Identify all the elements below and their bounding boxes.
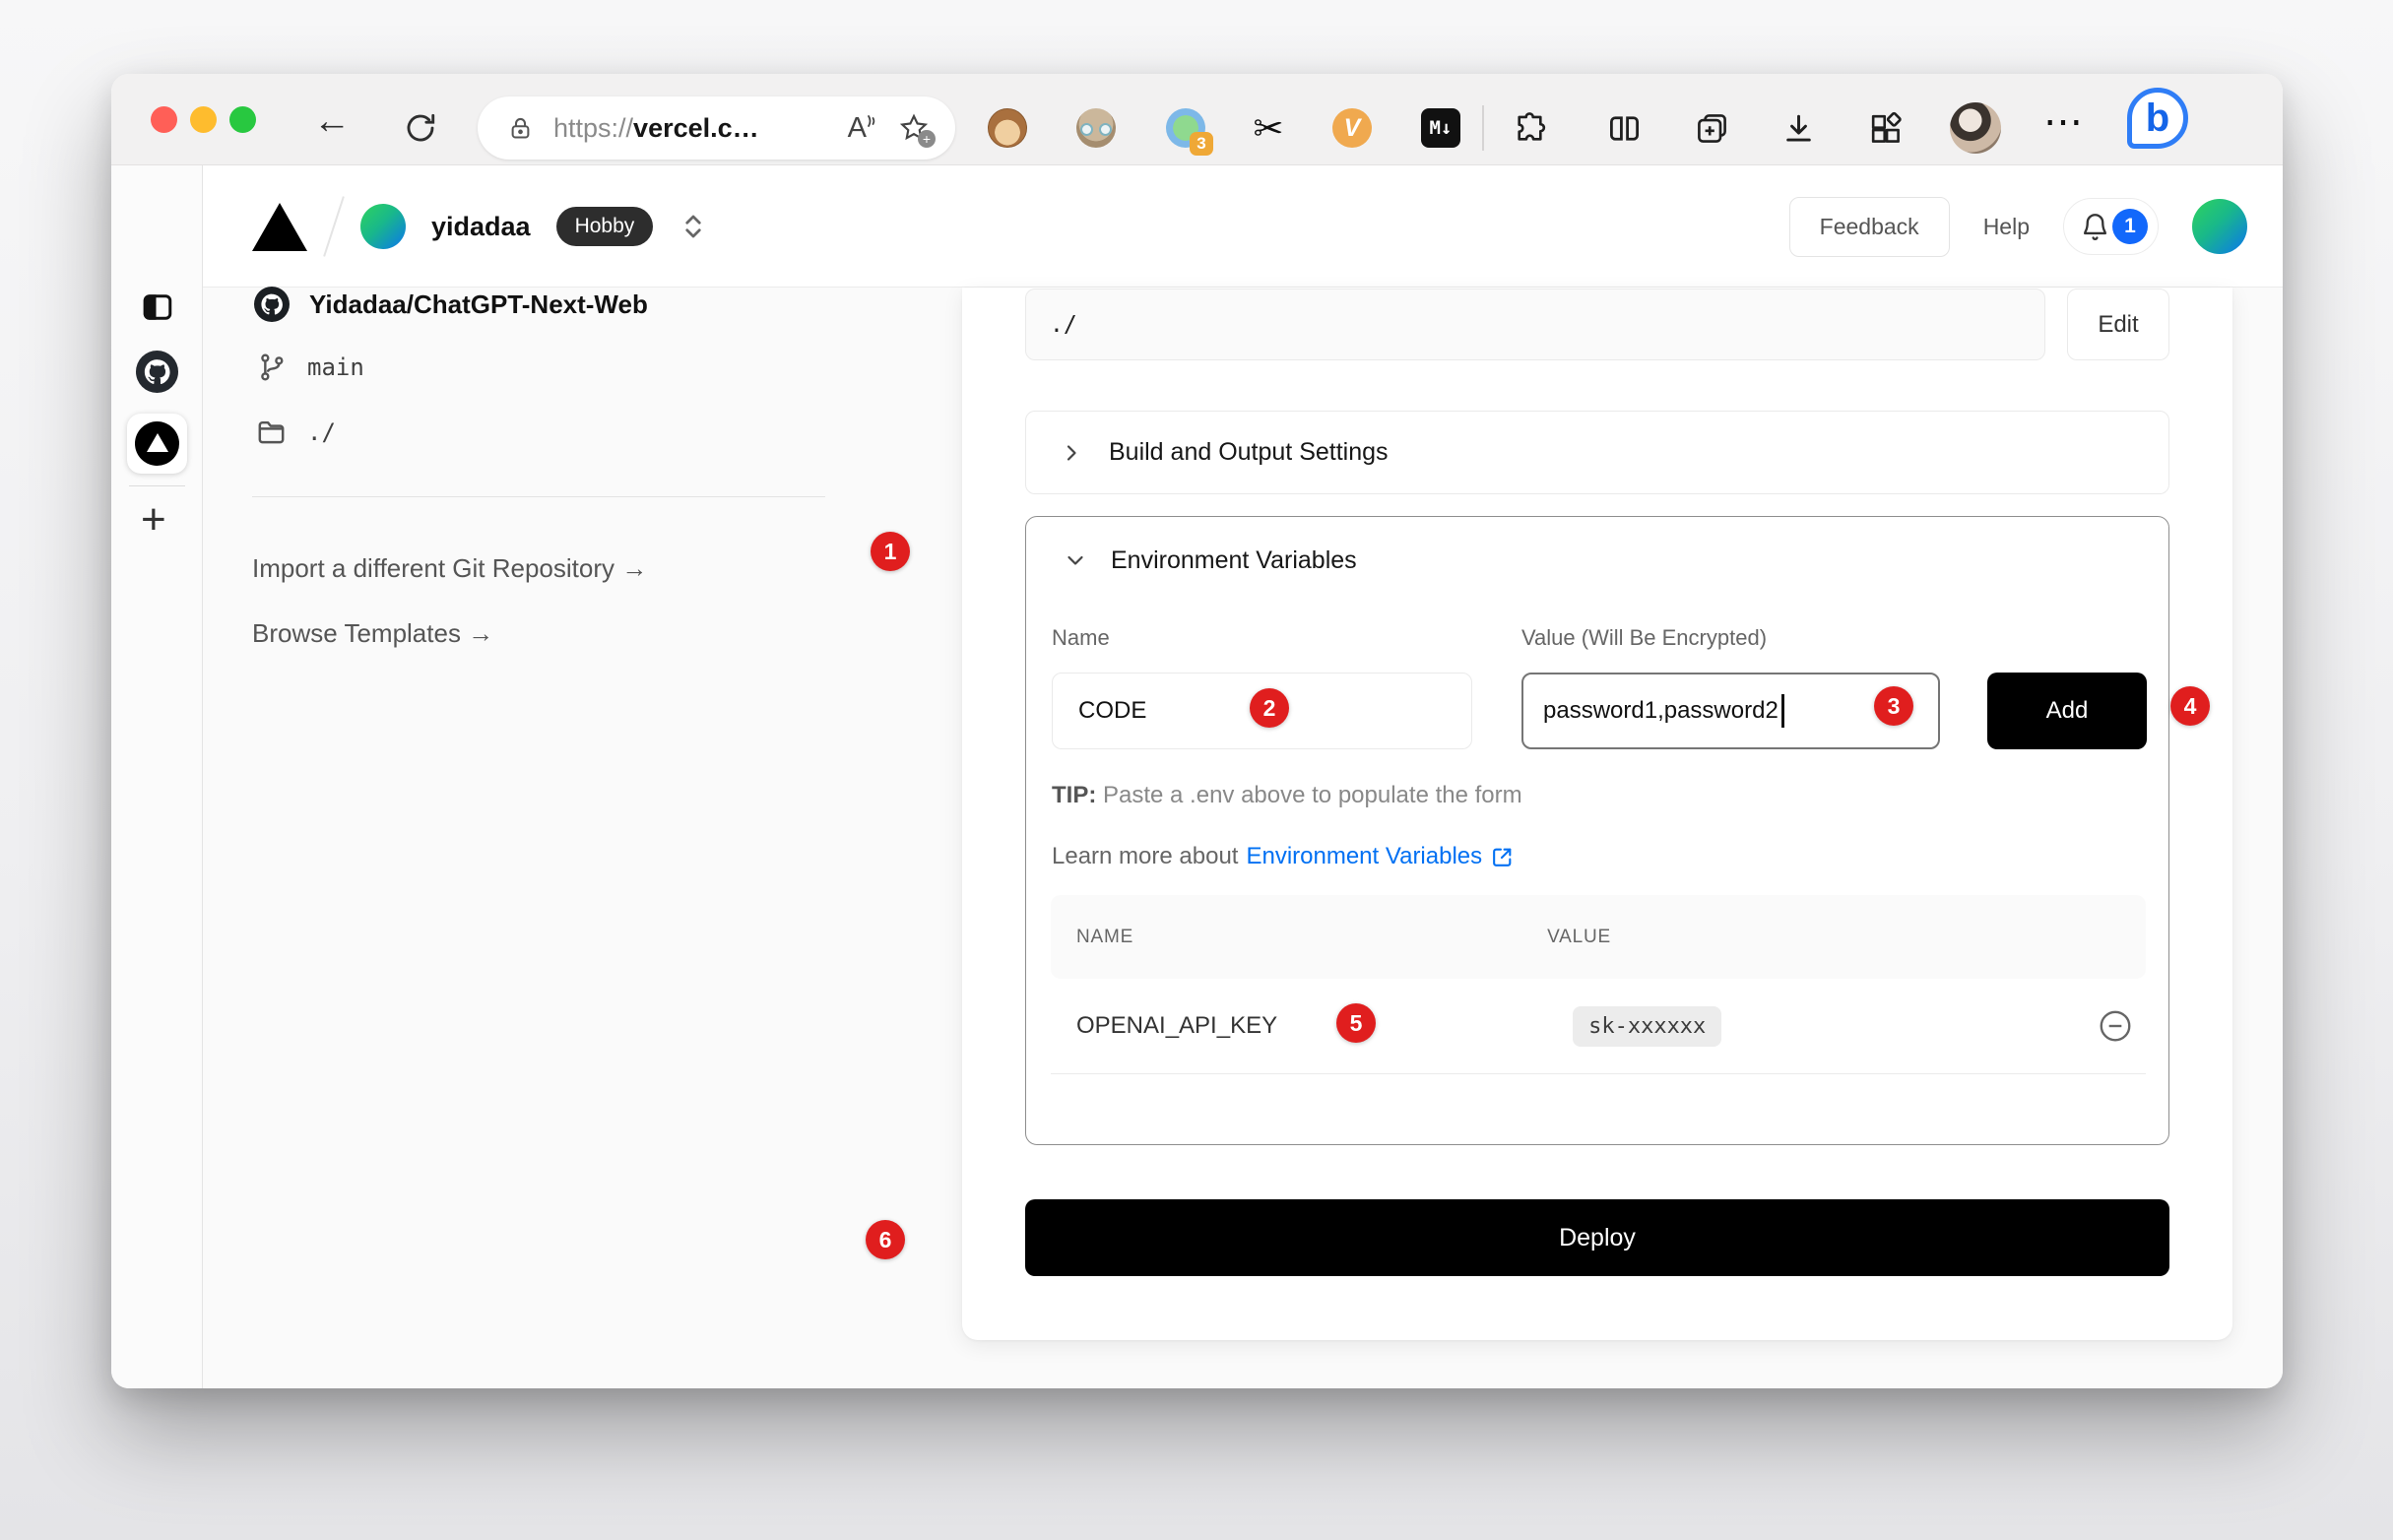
environment-variables-title: Environment Variables (1111, 546, 1357, 575)
sidebar-divider (129, 485, 185, 486)
environment-variables-card: Environment Variables Name Value (Will B… (1025, 516, 2169, 1145)
close-window-button[interactable] (151, 106, 177, 133)
env-value-text: password1,password2 (1543, 697, 1779, 725)
breadcrumb-slash (323, 196, 345, 256)
add-favorite-icon[interactable]: + (898, 112, 930, 144)
refresh-button[interactable] (399, 106, 442, 150)
monkey-extension-icon[interactable] (986, 106, 1029, 150)
downloads-icon[interactable] (1777, 106, 1820, 150)
markdown-extension-icon[interactable]: M↓ (1419, 106, 1462, 150)
vercel-logo-icon[interactable] (252, 203, 307, 251)
name-label: Name (1052, 625, 1110, 651)
value-label: Value (Will Be Encrypted) (1521, 625, 1767, 651)
team-name[interactable]: yidadaa (431, 212, 531, 242)
header-actions: Feedback Help 1 (1789, 165, 2247, 288)
edit-button[interactable]: Edit (2067, 289, 2169, 360)
screenshot-stage: ← https://vercel.c… A (0, 0, 2393, 1540)
bing-chat-icon[interactable]: b (2127, 88, 2188, 149)
v-extension-icon[interactable]: V (1330, 106, 1374, 150)
root-path-input[interactable]: ./ (1025, 289, 2045, 360)
maximize-window-button[interactable] (229, 106, 256, 133)
bell-icon (2080, 212, 2110, 242)
browser-toolbar: ← https://vercel.c… A (111, 74, 2283, 165)
vercel-tab-icon (135, 421, 179, 466)
env-row-value: sk-xxxxxx (1573, 1006, 1721, 1047)
lock-icon (507, 115, 534, 142)
back-button[interactable]: ← (313, 102, 351, 140)
header-scope-group: yidadaa Hobby (252, 165, 708, 288)
split-screen-icon[interactable] (1602, 106, 1646, 150)
browser-window: ← https://vercel.c… A (111, 74, 2283, 1388)
learn-more-line: Learn more about Environment Variables (1052, 843, 1515, 870)
annotation-marker-1: 1 (871, 532, 910, 571)
help-link[interactable]: Help (1983, 214, 2030, 240)
feedback-button[interactable]: Feedback (1789, 197, 1950, 257)
address-bar[interactable]: https://vercel.c… A + (478, 96, 955, 160)
read-aloud-icon[interactable]: A (848, 112, 878, 145)
tip-text: TIP: Paste a .env above to populate the … (1052, 782, 1522, 809)
chevron-right-icon (1060, 441, 1083, 465)
build-output-settings-label: Build and Output Settings (1109, 438, 1389, 467)
team-avatar[interactable] (360, 204, 406, 249)
branch-row: main (256, 346, 364, 389)
url-text: https://vercel.c… (553, 113, 759, 144)
learn-more-prefix: Learn more about (1052, 843, 1238, 870)
remove-variable-icon[interactable] (2097, 1007, 2134, 1045)
external-link-icon[interactable] (1490, 845, 1515, 869)
extension-badge: 3 (1190, 132, 1213, 156)
root-directory: ./ (307, 418, 336, 446)
tab-vercel-active[interactable] (127, 414, 187, 474)
more-menu-icon[interactable]: ⋯ (2043, 99, 2083, 145)
plan-badge: Hobby (556, 207, 654, 246)
extensions-puzzle-icon[interactable] (1508, 106, 1551, 150)
column-header-value: VALUE (1547, 927, 1611, 948)
annotation-marker-4: 4 (2170, 686, 2210, 726)
row-divider (1051, 1073, 2146, 1074)
github-icon (254, 287, 290, 322)
circle-extension-icon[interactable]: 3 (1164, 106, 1207, 150)
chevron-down-icon (1064, 548, 1087, 572)
annotation-marker-3: 3 (1874, 686, 1913, 726)
workspaces-grid-icon[interactable] (1863, 106, 1907, 150)
face-extension-icon[interactable] (1074, 106, 1118, 150)
minimize-window-button[interactable] (190, 106, 217, 133)
configure-project-card: ./ Edit Build and Output Settings Enviro… (962, 288, 2232, 1340)
team-switcher-icon[interactable] (679, 210, 708, 243)
git-branch-icon (256, 352, 288, 383)
notifications-button[interactable]: 1 (2063, 198, 2159, 255)
deploy-button[interactable]: Deploy (1025, 1199, 2169, 1276)
annotation-marker-2: 2 (1250, 688, 1289, 728)
import-git-repo-link[interactable]: Import a different Git Repository → (252, 546, 647, 590)
env-table-header: NAME VALUE (1051, 895, 2146, 979)
collections-icon[interactable] (1690, 106, 1733, 150)
branch-name: main (307, 353, 364, 381)
vercel-header: yidadaa Hobby Feedback Help (203, 165, 2283, 288)
user-avatar[interactable] (2192, 199, 2247, 254)
tab-panel-icon[interactable] (140, 289, 175, 325)
env-table-row: OPENAI_API_KEY sk-xxxxxx (1051, 979, 2146, 1073)
scissors-extension-icon[interactable]: ✂ (1247, 106, 1290, 150)
new-tab-button[interactable]: + (141, 495, 166, 545)
browser-profile-avatar[interactable] (1950, 102, 2001, 154)
text-cursor (1781, 694, 1784, 728)
column-header-name: NAME (1076, 927, 1133, 948)
notification-badge: 1 (2112, 209, 2148, 244)
environment-variables-link[interactable]: Environment Variables (1246, 843, 1482, 870)
add-button[interactable]: Add (1987, 673, 2147, 749)
build-output-settings-accordion[interactable]: Build and Output Settings (1025, 411, 2169, 494)
browse-templates-link[interactable]: Browse Templates → (252, 611, 493, 655)
vertical-tabs-sidebar: + (111, 165, 203, 1388)
repo-name: Yidadaa/ChatGPT-Next-Web (309, 289, 648, 320)
toolbar-divider (1482, 105, 1484, 151)
root-dir-row: ./ (255, 411, 336, 454)
tab-github[interactable] (136, 351, 178, 393)
repo-row: Yidadaa/ChatGPT-Next-Web (254, 283, 648, 326)
annotation-marker-6: 6 (866, 1220, 905, 1259)
annotation-marker-5: 5 (1336, 1003, 1376, 1043)
panel-divider (252, 496, 825, 497)
folder-icon (255, 417, 288, 449)
environment-variables-accordion[interactable]: Environment Variables (1064, 539, 1357, 582)
env-row-name: OPENAI_API_KEY (1076, 1012, 1277, 1040)
